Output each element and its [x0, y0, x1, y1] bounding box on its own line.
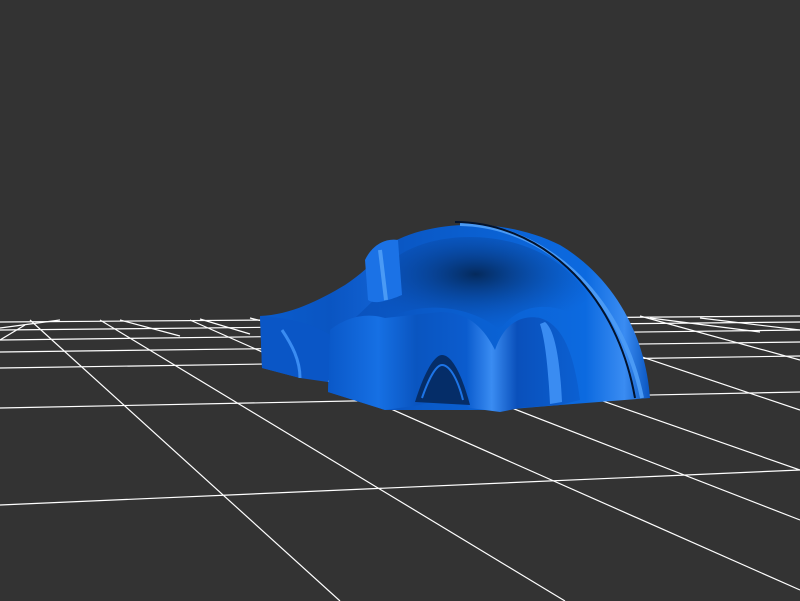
- 3d-model[interactable]: [260, 221, 650, 412]
- grid-line: [649, 317, 761, 333]
- grid-line: [0, 469, 800, 506]
- 3d-viewport[interactable]: [0, 0, 800, 601]
- 3d-scene-canvas[interactable]: [0, 0, 800, 601]
- grid-line: [699, 317, 800, 331]
- grid-line: [199, 318, 251, 335]
